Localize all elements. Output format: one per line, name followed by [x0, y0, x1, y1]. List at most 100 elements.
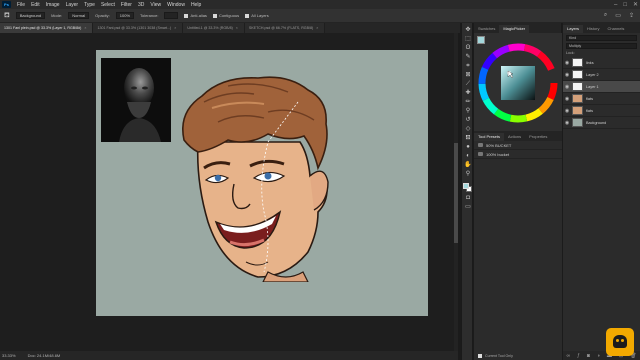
share-icon[interactable]: ⇪ — [629, 12, 634, 19]
tab-swatches[interactable]: Swatches — [474, 25, 499, 33]
document-tab-bar: 1301 Fanl plein.psd @ 33.3% (Layer 1, RG… — [0, 23, 460, 33]
menu-filter[interactable]: Filter — [118, 2, 135, 8]
menu-help[interactable]: Help — [188, 2, 204, 8]
paint-bucket-tool-icon[interactable]: ⛾ — [464, 135, 472, 142]
saturation-value-square — [501, 66, 535, 100]
layer-row[interactable]: ◉ links — [563, 57, 640, 69]
mode-select[interactable]: Normal — [68, 12, 90, 19]
layer-name: links — [586, 60, 594, 65]
visibility-eye-icon[interactable]: ◉ — [563, 60, 571, 66]
menu-file[interactable]: File — [14, 2, 28, 8]
move-tool-icon[interactable]: ✥ — [464, 27, 472, 34]
history-brush-tool-icon[interactable]: ↺ — [464, 117, 472, 124]
layers-panel: Layers History Channels Kind Multiply Lo… — [563, 23, 640, 360]
marquee-tool-icon[interactable]: ⬚ — [464, 36, 472, 43]
blend-mode-select[interactable]: Multiply — [566, 43, 637, 49]
anti-alias-label: Anti-alias — [190, 13, 207, 18]
visibility-eye-icon[interactable]: ◉ — [563, 96, 571, 102]
tab-magicpicker[interactable]: MagicPicker — [499, 25, 530, 33]
preset-item[interactable]: 100% bucket — [474, 150, 562, 159]
lasso-tool-icon[interactable]: ʘ — [464, 45, 472, 52]
document-tab[interactable]: 1301 Fanl plein.psd @ 33.3% (Layer 1, RG… — [0, 23, 94, 33]
layer-name: flats — [586, 96, 593, 101]
all-layers-checkbox[interactable]: All Layers — [245, 13, 269, 18]
add-mask-icon[interactable]: ◙ — [587, 353, 590, 359]
canvas-scrollbar[interactable] — [454, 33, 458, 351]
document-tab[interactable]: 1301 Fanl.psd @ 33.3% (1301 3038 (Smart.… — [93, 23, 184, 33]
tab-properties[interactable]: Properties — [525, 133, 551, 141]
brush-tool-icon[interactable]: ✏ — [464, 99, 472, 106]
document-tab-label: SKETCH.psd @ 66.7% (FLATS, RGB/8) — [248, 26, 314, 30]
zoom-tool-icon[interactable]: ⚲ — [464, 171, 472, 178]
close-icon[interactable]: ✕ — [633, 1, 638, 8]
fill-source-select[interactable]: Background — [15, 12, 46, 19]
link-layers-icon[interactable]: ∞ — [567, 353, 571, 359]
menu-view[interactable]: View — [147, 2, 164, 8]
paint-bucket-tool-icon[interactable]: ⛾ — [4, 11, 10, 20]
workspace-icon[interactable]: ▭ — [615, 12, 621, 19]
frame-tool-icon[interactable]: ⊠ — [464, 72, 472, 79]
opacity-input[interactable]: 100% — [115, 12, 135, 19]
menu-type[interactable]: Type — [81, 2, 98, 8]
close-tab-icon[interactable]: × — [174, 26, 176, 30]
scroll-thumb[interactable] — [454, 143, 458, 243]
close-tab-icon[interactable]: × — [236, 26, 238, 30]
quick-mask-icon[interactable]: ◘ — [464, 195, 472, 202]
current-color-swatch[interactable] — [477, 36, 485, 44]
cartoon-face-illustration — [182, 76, 329, 282]
layer-style-icon[interactable]: ƒ — [577, 353, 580, 359]
menu-image[interactable]: Image — [43, 2, 63, 8]
menu-layer[interactable]: Layer — [63, 2, 82, 8]
zoom-level[interactable]: 33.33% — [2, 353, 16, 358]
blur-tool-icon[interactable]: ● — [464, 144, 472, 151]
search-icon[interactable]: ⌕ — [604, 12, 607, 19]
layer-row[interactable]: ◉ flats — [563, 105, 640, 117]
contiguous-checkbox[interactable]: Contiguous — [212, 13, 239, 18]
layer-row[interactable]: ◉ flats — [563, 93, 640, 105]
menu-3d[interactable]: 3D — [135, 2, 147, 8]
menu-select[interactable]: Select — [98, 2, 118, 8]
foreground-color-swatch[interactable] — [463, 183, 469, 189]
quick-select-tool-icon[interactable]: ✎ — [464, 54, 472, 61]
canvas-area[interactable] — [0, 33, 458, 351]
visibility-eye-icon[interactable]: ◉ — [563, 108, 571, 114]
layer-thumbnail — [572, 58, 583, 67]
menu-edit[interactable]: Edit — [28, 2, 43, 8]
hue-ring[interactable] — [474, 33, 562, 131]
document-tab[interactable]: SKETCH.psd @ 66.7% (FLATS, RGB/8) × — [244, 23, 326, 33]
visibility-eye-icon[interactable]: ◉ — [563, 120, 571, 126]
tab-layers[interactable]: Layers — [563, 25, 584, 33]
close-tab-icon[interactable]: × — [84, 26, 86, 30]
color-wheel-picker[interactable] — [474, 33, 562, 131]
menu-window[interactable]: Window — [164, 2, 188, 8]
document-canvas[interactable] — [96, 50, 428, 316]
minimize-icon[interactable]: – — [614, 2, 617, 8]
document-tab[interactable]: Untitled-1 @ 33.3% (RGB/8) × — [183, 23, 245, 33]
hand-tool-icon[interactable]: ✋ — [464, 162, 472, 169]
eyedropper-tool-icon[interactable]: ⟋ — [464, 81, 472, 88]
visibility-eye-icon[interactable]: ◉ — [563, 72, 571, 78]
adjustment-layer-icon[interactable]: ◑ — [597, 353, 600, 359]
anti-alias-checkbox[interactable]: Anti-alias — [184, 13, 207, 18]
clone-stamp-tool-icon[interactable]: ⚲ — [464, 108, 472, 115]
healing-brush-tool-icon[interactable]: ✚ — [464, 90, 472, 97]
crop-tool-icon[interactable]: ⌗ — [464, 63, 472, 70]
eraser-tool-icon[interactable]: ◇ — [464, 126, 472, 133]
maximize-icon[interactable]: □ — [623, 2, 627, 8]
layer-row[interactable]: ◉ Background — [563, 117, 640, 129]
screen-mode-icon[interactable]: ▭ — [464, 204, 472, 211]
layer-row[interactable]: ◉ Layer 2 — [563, 69, 640, 81]
tab-channels[interactable]: Channels — [603, 25, 628, 33]
layer-row[interactable]: ◉ Layer 1 — [563, 81, 640, 93]
document-tab-label: 1301 Fanl.psd @ 33.3% (1301 3038 (Smart.… — [97, 26, 172, 30]
tab-history[interactable]: History — [583, 25, 603, 33]
tolerance-input[interactable] — [164, 12, 179, 19]
checkbox-icon — [212, 13, 217, 18]
dodge-tool-icon[interactable]: ◐ — [464, 153, 472, 160]
layer-kind-filter[interactable]: Kind — [566, 35, 637, 41]
status-bar: 33.33% Doc: 24.1M/48.6M — [0, 351, 458, 360]
layer-name: flats — [586, 108, 593, 113]
close-tab-icon[interactable]: × — [316, 26, 318, 30]
visibility-eye-icon[interactable]: ◉ — [563, 84, 571, 90]
current-tool-only-toggle[interactable]: Current Tool Only — [474, 352, 562, 360]
